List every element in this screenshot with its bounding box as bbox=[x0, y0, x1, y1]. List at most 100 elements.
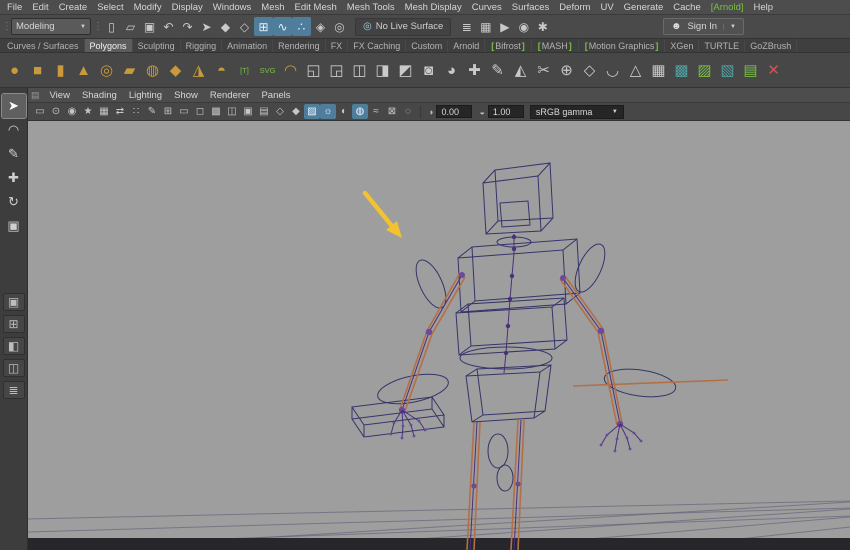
poly-disc-icon[interactable]: ◍ bbox=[141, 55, 164, 85]
resolution-gate-icon[interactable]: ◻ bbox=[192, 104, 208, 119]
menu-item[interactable]: Windows bbox=[208, 2, 257, 13]
select-tool[interactable]: ➤ bbox=[0, 93, 27, 119]
xgen-description-icon[interactable]: ▤ bbox=[739, 55, 762, 85]
character-rig-wireframe[interactable] bbox=[351, 162, 729, 550]
safe-action-icon[interactable]: ▣ bbox=[240, 104, 256, 119]
shelf-tab[interactable]: TURTLE bbox=[699, 39, 746, 52]
wireframe-mode-icon[interactable]: ◇ bbox=[272, 104, 288, 119]
live-surface-indicator[interactable]: ◎ No Live Surface bbox=[355, 17, 452, 36]
panel-menu-item[interactable]: Renderer bbox=[204, 90, 256, 101]
ambient-occlusion-icon[interactable]: ◍ bbox=[352, 104, 368, 119]
menu-item-arnold[interactable]: [Arnold] bbox=[706, 2, 749, 13]
menu-item[interactable]: Generate bbox=[619, 2, 669, 13]
persp-graph-layout-button[interactable]: ◫ bbox=[2, 359, 25, 377]
combine-icon[interactable]: ◫ bbox=[348, 55, 371, 85]
shelf-tab[interactable]: GoZBrush bbox=[745, 39, 798, 52]
shelf-tab[interactable]: Rigging bbox=[181, 39, 223, 52]
menu-item[interactable]: Mesh Display bbox=[400, 2, 467, 13]
menu-item[interactable]: Edit Mesh bbox=[290, 2, 342, 13]
shelf-tab[interactable]: Custom bbox=[406, 39, 449, 52]
xray-icon[interactable]: ⊠ bbox=[384, 104, 400, 119]
shelf-tab[interactable]: FX Caching bbox=[348, 39, 407, 52]
menu-item[interactable]: Help bbox=[749, 2, 779, 13]
sculpt-tool-icon[interactable]: ✎ bbox=[486, 55, 509, 85]
exposure-field[interactable]: 0.00 bbox=[436, 105, 473, 118]
panel-menu-item[interactable]: Lighting bbox=[123, 90, 168, 101]
grip-handle[interactable]: ⋮ bbox=[93, 21, 103, 32]
boolean-union-icon[interactable]: ◱ bbox=[302, 55, 325, 85]
sweep-mesh-icon[interactable]: ◠ bbox=[279, 55, 302, 85]
gate-mask-icon[interactable]: ▩ bbox=[208, 104, 224, 119]
uv-editor-icon[interactable]: ▩ bbox=[670, 55, 693, 85]
view-layout-icon[interactable]: ▭ bbox=[32, 104, 48, 119]
safe-title-icon[interactable]: ▤ bbox=[256, 104, 272, 119]
select-object-icon[interactable]: ◆ bbox=[216, 17, 235, 36]
view-transform-select[interactable]: sRGB gamma ▼ bbox=[529, 104, 624, 119]
undo-icon[interactable]: ↶ bbox=[159, 17, 178, 36]
exposure-icon[interactable]: ◑ bbox=[428, 107, 433, 117]
gamma-icon[interactable]: ◒ bbox=[479, 107, 484, 117]
shelf-tab[interactable]: [Motion Graphics] bbox=[579, 39, 666, 52]
motion-blur-icon[interactable]: ≈ bbox=[368, 104, 384, 119]
scale-tool[interactable]: ▣ bbox=[2, 214, 26, 238]
move-tool[interactable]: ✚ bbox=[2, 166, 26, 190]
bifrost-graph-icon[interactable]: ▧ bbox=[716, 55, 739, 85]
menu-set-selector[interactable]: Modeling ▼ bbox=[11, 18, 91, 35]
poly-sphere-icon[interactable]: ● bbox=[3, 55, 26, 85]
new-scene-icon[interactable]: ▯ bbox=[102, 17, 121, 36]
menu-item[interactable]: Mesh Tools bbox=[342, 2, 400, 13]
select-hierarchy-icon[interactable]: ➤ bbox=[197, 17, 216, 36]
snap-point-icon[interactable]: ∴ bbox=[292, 17, 311, 36]
menu-item[interactable]: Curves bbox=[467, 2, 507, 13]
menu-item[interactable]: Modify bbox=[129, 2, 167, 13]
fill-hole-icon[interactable]: ◙ bbox=[417, 55, 440, 85]
save-scene-icon[interactable]: ▣ bbox=[140, 17, 159, 36]
image-plane-icon[interactable]: ▦ bbox=[96, 104, 112, 119]
render-current-frame-icon[interactable]: ▶ bbox=[495, 17, 514, 36]
textured-mode-icon[interactable]: ▨ bbox=[304, 104, 320, 119]
shelf-tab-polygons[interactable]: Polygons bbox=[84, 39, 133, 52]
append-polygon-icon[interactable]: ✚ bbox=[463, 55, 486, 85]
bevel-icon[interactable]: ◇ bbox=[578, 55, 601, 85]
chevron-down-icon[interactable]: ▼ bbox=[723, 23, 736, 30]
type-tool-icon[interactable]: [T] bbox=[233, 55, 256, 85]
separate-icon[interactable]: ◨ bbox=[371, 55, 394, 85]
mash-network-icon[interactable]: ▨ bbox=[693, 55, 716, 85]
open-render-view-icon[interactable]: ▦ bbox=[476, 17, 495, 36]
outliner-toggle-button[interactable]: ≣ bbox=[2, 381, 25, 399]
grid-toggle-icon[interactable]: ⊞ bbox=[160, 104, 176, 119]
extract-icon[interactable]: ◩ bbox=[394, 55, 417, 85]
snap-plane-icon[interactable]: ◈ bbox=[311, 17, 330, 36]
panel-menu-item[interactable]: Panels bbox=[255, 90, 296, 101]
poly-plane-icon[interactable]: ▰ bbox=[118, 55, 141, 85]
camera-lock-icon[interactable]: ⊙ bbox=[48, 104, 64, 119]
lasso-select-tool[interactable]: ◠ bbox=[2, 118, 26, 142]
svg-tool-icon[interactable]: SVG bbox=[256, 55, 279, 85]
make-live-icon[interactable]: ◎ bbox=[330, 17, 349, 36]
shaded-mode-icon[interactable]: ◆ bbox=[288, 104, 304, 119]
shelf-tab[interactable]: XGen bbox=[665, 39, 700, 52]
panel-menu-item[interactable]: Show bbox=[168, 90, 204, 101]
isolate-select-icon[interactable]: ◌ bbox=[400, 104, 416, 119]
poly-platonic-icon[interactable]: ◆ bbox=[164, 55, 187, 85]
menu-item[interactable]: File bbox=[2, 2, 27, 13]
single-pane-layout-button[interactable]: ▣ bbox=[2, 293, 25, 311]
open-scene-icon[interactable]: ▱ bbox=[121, 17, 140, 36]
persp-outliner-layout-button[interactable]: ◧ bbox=[2, 337, 25, 355]
shelf-tab[interactable]: Arnold bbox=[448, 39, 486, 52]
poly-cube-icon[interactable]: ■ bbox=[26, 55, 49, 85]
extrude-icon[interactable]: △ bbox=[624, 55, 647, 85]
shelf-tab[interactable]: Curves / Surfaces bbox=[2, 39, 85, 52]
menu-item[interactable]: Create bbox=[54, 2, 93, 13]
poly-pyramid-icon[interactable]: ◮ bbox=[187, 55, 210, 85]
select-component-icon[interactable]: ◇ bbox=[235, 17, 254, 36]
gamma-field[interactable]: 1.00 bbox=[487, 105, 524, 118]
shelf-tab[interactable]: FX bbox=[326, 39, 349, 52]
ipr-render-icon[interactable]: ◉ bbox=[514, 17, 533, 36]
shelf-tab[interactable]: [Bifrost] bbox=[485, 39, 532, 52]
field-chart-icon[interactable]: ◫ bbox=[224, 104, 240, 119]
menu-item[interactable]: Mesh bbox=[256, 2, 289, 13]
render-settings-icon[interactable]: ✱ bbox=[533, 17, 552, 36]
use-all-lights-icon[interactable]: ☼ bbox=[320, 104, 336, 119]
poly-super-shape-icon[interactable]: ◓ bbox=[210, 55, 233, 85]
